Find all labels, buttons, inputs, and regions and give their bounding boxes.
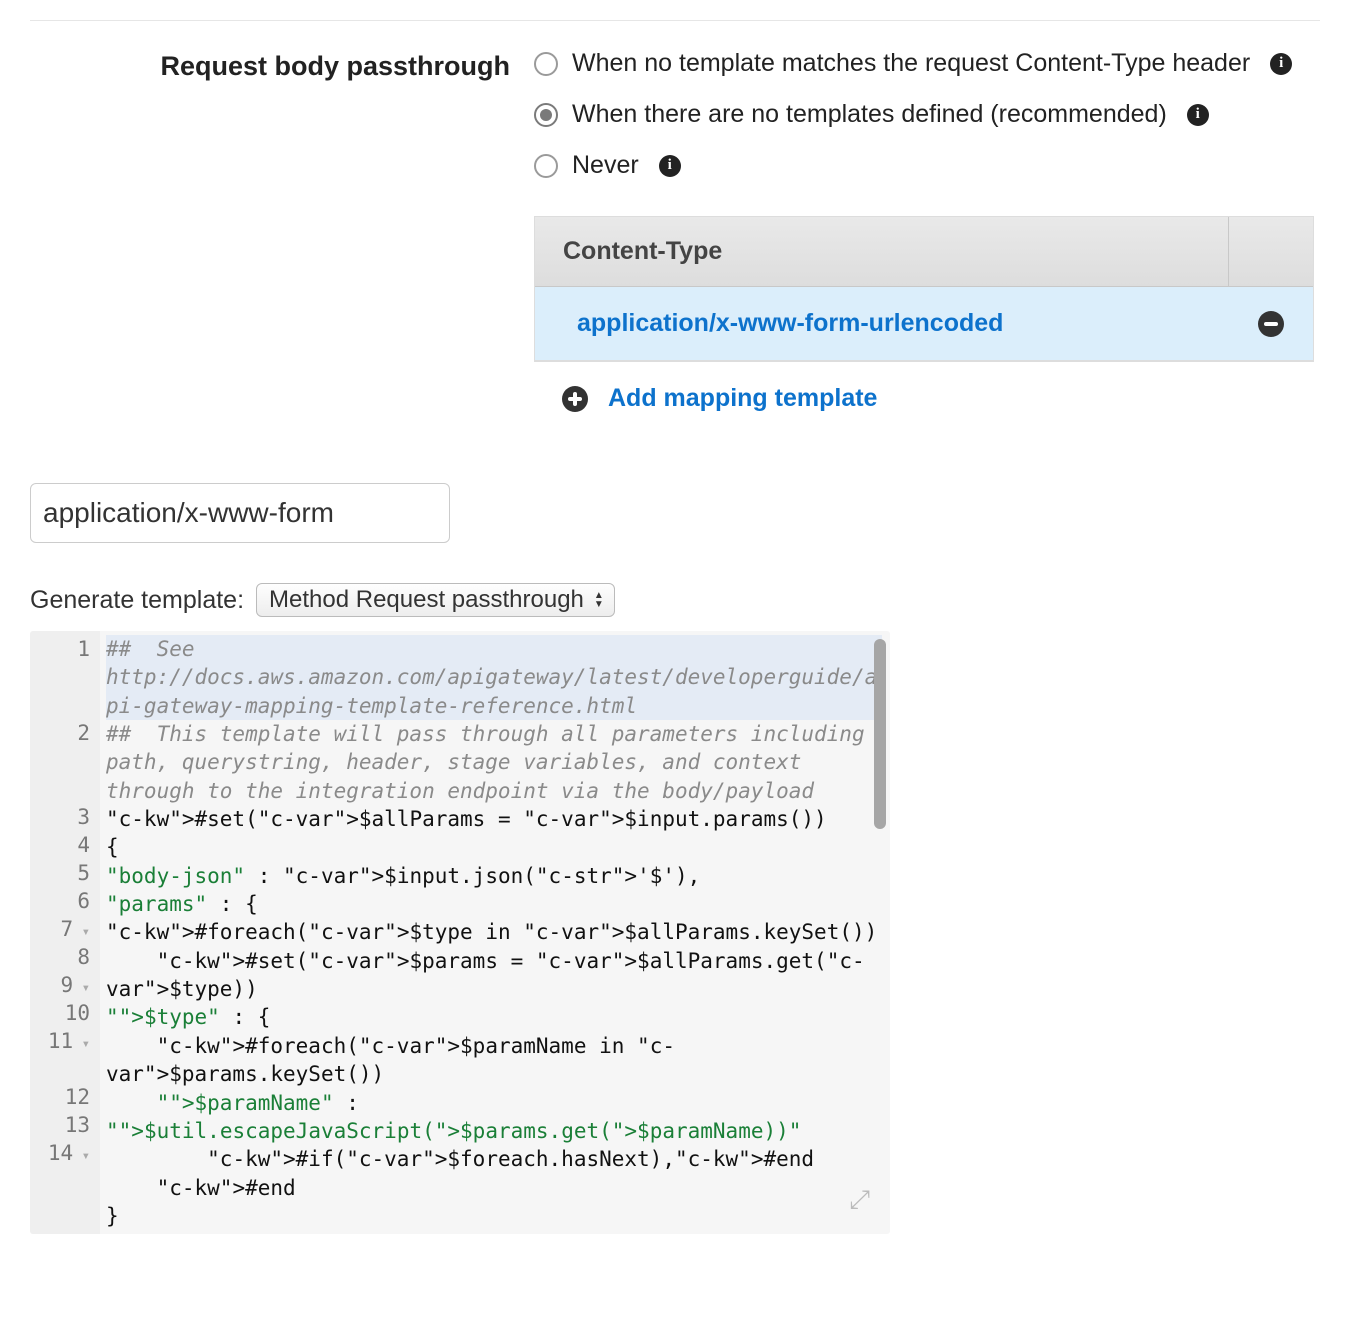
column-actions: [1229, 217, 1313, 286]
radio-icon: [534, 103, 558, 127]
section-label: Request body passthrough: [30, 49, 510, 180]
radio-label: When no template matches the request Con…: [572, 49, 1250, 78]
add-mapping-template-button[interactable]: Add mapping template: [534, 362, 1320, 423]
radio-label: Never: [572, 151, 639, 180]
radio-icon: [534, 154, 558, 178]
generate-template-select[interactable]: Method Request passthrough ▲▼: [256, 583, 615, 617]
info-icon[interactable]: i: [1187, 104, 1209, 126]
radio-icon: [534, 52, 558, 76]
radio-option-never[interactable]: Never i: [534, 151, 1320, 180]
passthrough-radio-group: When no template matches the request Con…: [534, 49, 1320, 180]
info-icon[interactable]: i: [1270, 53, 1292, 75]
radio-label: When there are no templates defined (rec…: [572, 100, 1167, 129]
radio-option-no-templates[interactable]: When there are no templates defined (rec…: [534, 100, 1320, 129]
mapping-templates-table: Content-Type application/x-www-form-urle…: [534, 216, 1314, 362]
table-row[interactable]: application/x-www-form-urlencoded: [535, 287, 1313, 361]
scrollbar-thumb[interactable]: [874, 639, 886, 829]
editor-gutter: 1234567891011121314: [30, 631, 100, 1234]
info-icon[interactable]: i: [659, 155, 681, 177]
resize-icon[interactable]: ⤢: [849, 1184, 870, 1216]
radio-option-no-match[interactable]: When no template matches the request Con…: [534, 49, 1320, 78]
editor-code[interactable]: ## See http://docs.aws.amazon.com/apigat…: [100, 631, 890, 1234]
column-content-type: Content-Type: [535, 217, 1229, 286]
add-mapping-template-label: Add mapping template: [608, 384, 877, 413]
plus-icon: [562, 386, 588, 412]
content-type-link[interactable]: application/x-www-form-urlencoded: [535, 287, 1229, 360]
generate-template-label: Generate template:: [30, 586, 244, 615]
table-header: Content-Type: [535, 217, 1313, 287]
select-arrows-icon: ▲▼: [594, 592, 604, 609]
template-editor[interactable]: 1234567891011121314 ## See http://docs.a…: [30, 631, 890, 1234]
select-value: Method Request passthrough: [269, 586, 584, 614]
content-type-input[interactable]: [30, 483, 450, 543]
remove-icon[interactable]: [1258, 311, 1284, 337]
divider: [30, 20, 1320, 21]
